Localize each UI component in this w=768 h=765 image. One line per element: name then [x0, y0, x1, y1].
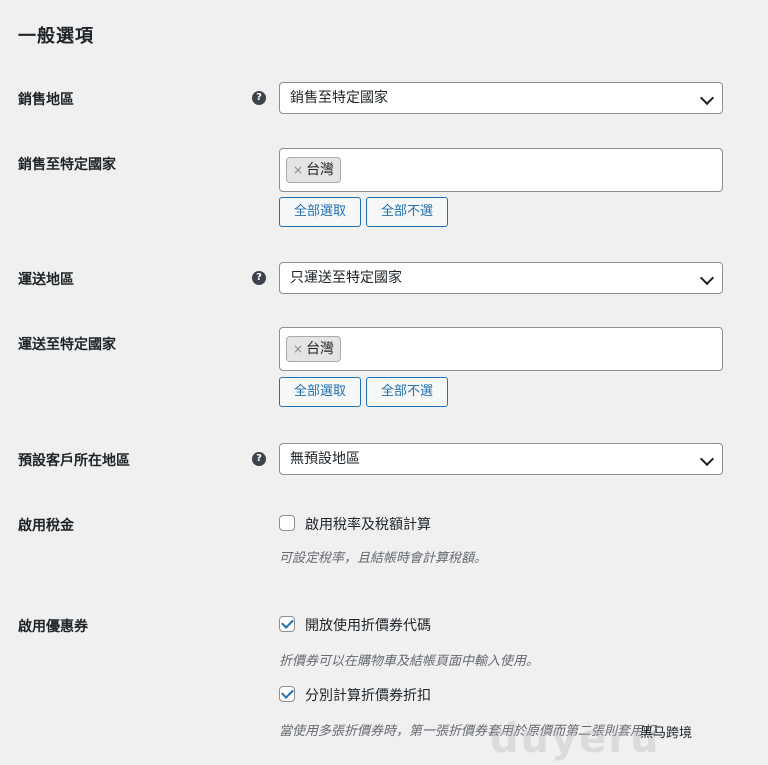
ship-countries-label: 運送至特定國家	[18, 337, 116, 353]
ship-region-select[interactable]: 只運送至特定國家	[279, 262, 723, 294]
default-location-select[interactable]: 無預設地區	[279, 443, 723, 475]
ship-region-value: 只運送至特定國家	[290, 270, 402, 286]
watermark-caption: 黑马跨境	[640, 726, 693, 741]
chevron-down-icon	[699, 90, 715, 106]
ship-countries-field[interactable]: × 台灣	[279, 327, 723, 371]
ship-select-none-button[interactable]: 全部不選	[366, 377, 448, 407]
sell-region-select[interactable]: 銷售至特定國家	[279, 82, 723, 114]
sequential-coupons-checkbox[interactable]	[279, 686, 295, 702]
help-icon[interactable]: ?	[252, 91, 266, 105]
enable-taxes-checkbox[interactable]	[279, 515, 295, 531]
section-title: 一般選項	[18, 26, 94, 47]
enable-taxes-checkbox-label[interactable]: 啟用稅率及稅額計算	[305, 514, 431, 534]
enable-coupons-description: 折價券可以在購物車及結帳頁面中輸入使用。	[279, 654, 540, 669]
country-chip: × 台灣	[286, 157, 342, 183]
default-location-label: 預設客戶所在地區	[18, 453, 130, 469]
enable-taxes-label: 啟用稅金	[18, 518, 74, 534]
sell-countries-field[interactable]: × 台灣	[279, 148, 723, 192]
chip-remove-icon[interactable]: ×	[293, 342, 303, 356]
enable-coupons-checkbox[interactable]	[279, 616, 295, 632]
enable-coupons-checkbox-label[interactable]: 開放使用折價券代碼	[305, 615, 431, 635]
sequential-coupons-checkbox-label[interactable]: 分別計算折價券折扣	[305, 685, 431, 705]
help-icon[interactable]: ?	[252, 452, 266, 466]
chip-label: 台灣	[306, 341, 335, 357]
sell-countries-label: 銷售至特定國家	[18, 157, 116, 173]
watermark-logo: duyeru	[490, 716, 661, 762]
sell-region-value: 銷售至特定國家	[290, 90, 388, 106]
chevron-down-icon	[699, 451, 715, 467]
default-location-value: 無預設地區	[290, 451, 360, 467]
help-icon[interactable]: ?	[252, 271, 266, 285]
ship-region-label: 運送地區	[18, 272, 74, 288]
sell-select-none-button[interactable]: 全部不選	[366, 197, 448, 227]
ship-select-all-button[interactable]: 全部選取	[279, 377, 361, 407]
country-chip: × 台灣	[286, 336, 342, 362]
sell-region-label: 銷售地區	[18, 92, 74, 108]
chevron-down-icon	[699, 270, 715, 286]
enable-coupons-label: 啟用優惠券	[18, 619, 88, 635]
chip-remove-icon[interactable]: ×	[293, 163, 303, 177]
sell-select-all-button[interactable]: 全部選取	[279, 197, 361, 227]
chip-label: 台灣	[306, 162, 335, 178]
enable-taxes-description: 可設定稅率，且結帳時會計算稅額。	[279, 551, 488, 566]
